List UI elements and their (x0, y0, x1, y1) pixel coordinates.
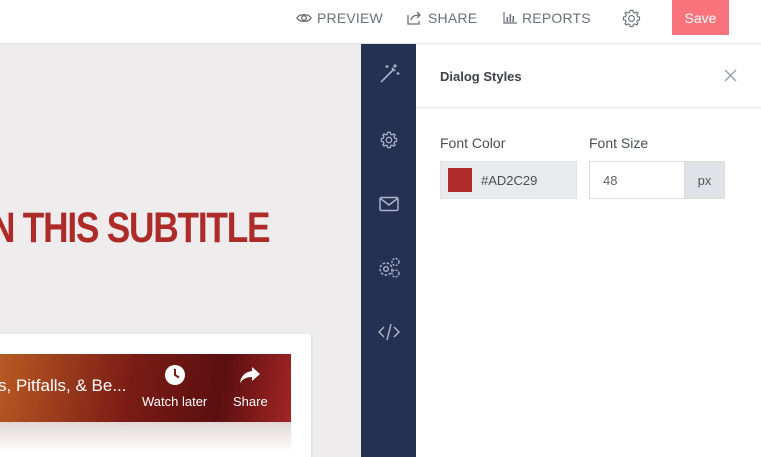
panel-title: Dialog Styles (440, 69, 522, 84)
preview-button[interactable]: PREVIEW (296, 0, 383, 36)
settings-icon-rail (361, 44, 416, 457)
watch-later-label: Watch later (142, 394, 208, 409)
font-color-label: Font Color (440, 135, 506, 151)
reports-label: REPORTS (522, 10, 591, 26)
share-icon (407, 11, 423, 25)
magic-wand-icon[interactable] (377, 62, 401, 86)
share-label: SHARE (428, 10, 478, 26)
dialog-styles-panel: Dialog Styles Font Color Font Size #AD2C… (416, 44, 761, 457)
font-size-input[interactable] (589, 161, 685, 199)
subtitle-heading[interactable]: N THIS SUBTITLE (0, 204, 271, 253)
editor-canvas: N THIS SUBTITLE s, Pitfalls, & Be... Wat… (0, 44, 361, 457)
color-swatch[interactable] (448, 168, 472, 192)
video-bottom-fade (0, 422, 291, 452)
font-color-value: #AD2C29 (481, 172, 538, 188)
share-arrow-icon (239, 364, 261, 389)
video-share-label: Share (233, 394, 268, 409)
code-icon[interactable] (377, 320, 401, 344)
bar-chart-icon (503, 12, 517, 24)
font-color-picker[interactable]: #AD2C29 (440, 161, 577, 199)
close-icon[interactable] (724, 69, 738, 83)
gears-icon[interactable] (377, 256, 401, 280)
share-button[interactable]: SHARE (407, 0, 477, 36)
video-title[interactable]: s, Pitfalls, & Be... (0, 376, 127, 396)
font-size-unit: px (685, 161, 725, 199)
save-button[interactable]: Save (672, 0, 729, 35)
video-share-button[interactable]: Share (233, 364, 268, 409)
gear-icon[interactable] (377, 128, 401, 152)
clock-icon (164, 364, 186, 389)
preview-label: PREVIEW (317, 10, 383, 26)
watch-later-button[interactable]: Watch later (142, 364, 207, 409)
font-size-label: Font Size (589, 135, 649, 151)
top-toolbar: PREVIEW SHARE REPORTS Save (0, 0, 761, 44)
video-embed-card[interactable]: s, Pitfalls, & Be... Watch later Share (0, 334, 311, 457)
eye-icon (296, 12, 312, 24)
video-thumbnail[interactable]: s, Pitfalls, & Be... Watch later Share (0, 354, 291, 422)
settings-gear-icon[interactable] (621, 7, 643, 29)
envelope-icon[interactable] (377, 192, 401, 216)
reports-button[interactable]: REPORTS (503, 0, 591, 36)
panel-header: Dialog Styles (416, 44, 761, 108)
